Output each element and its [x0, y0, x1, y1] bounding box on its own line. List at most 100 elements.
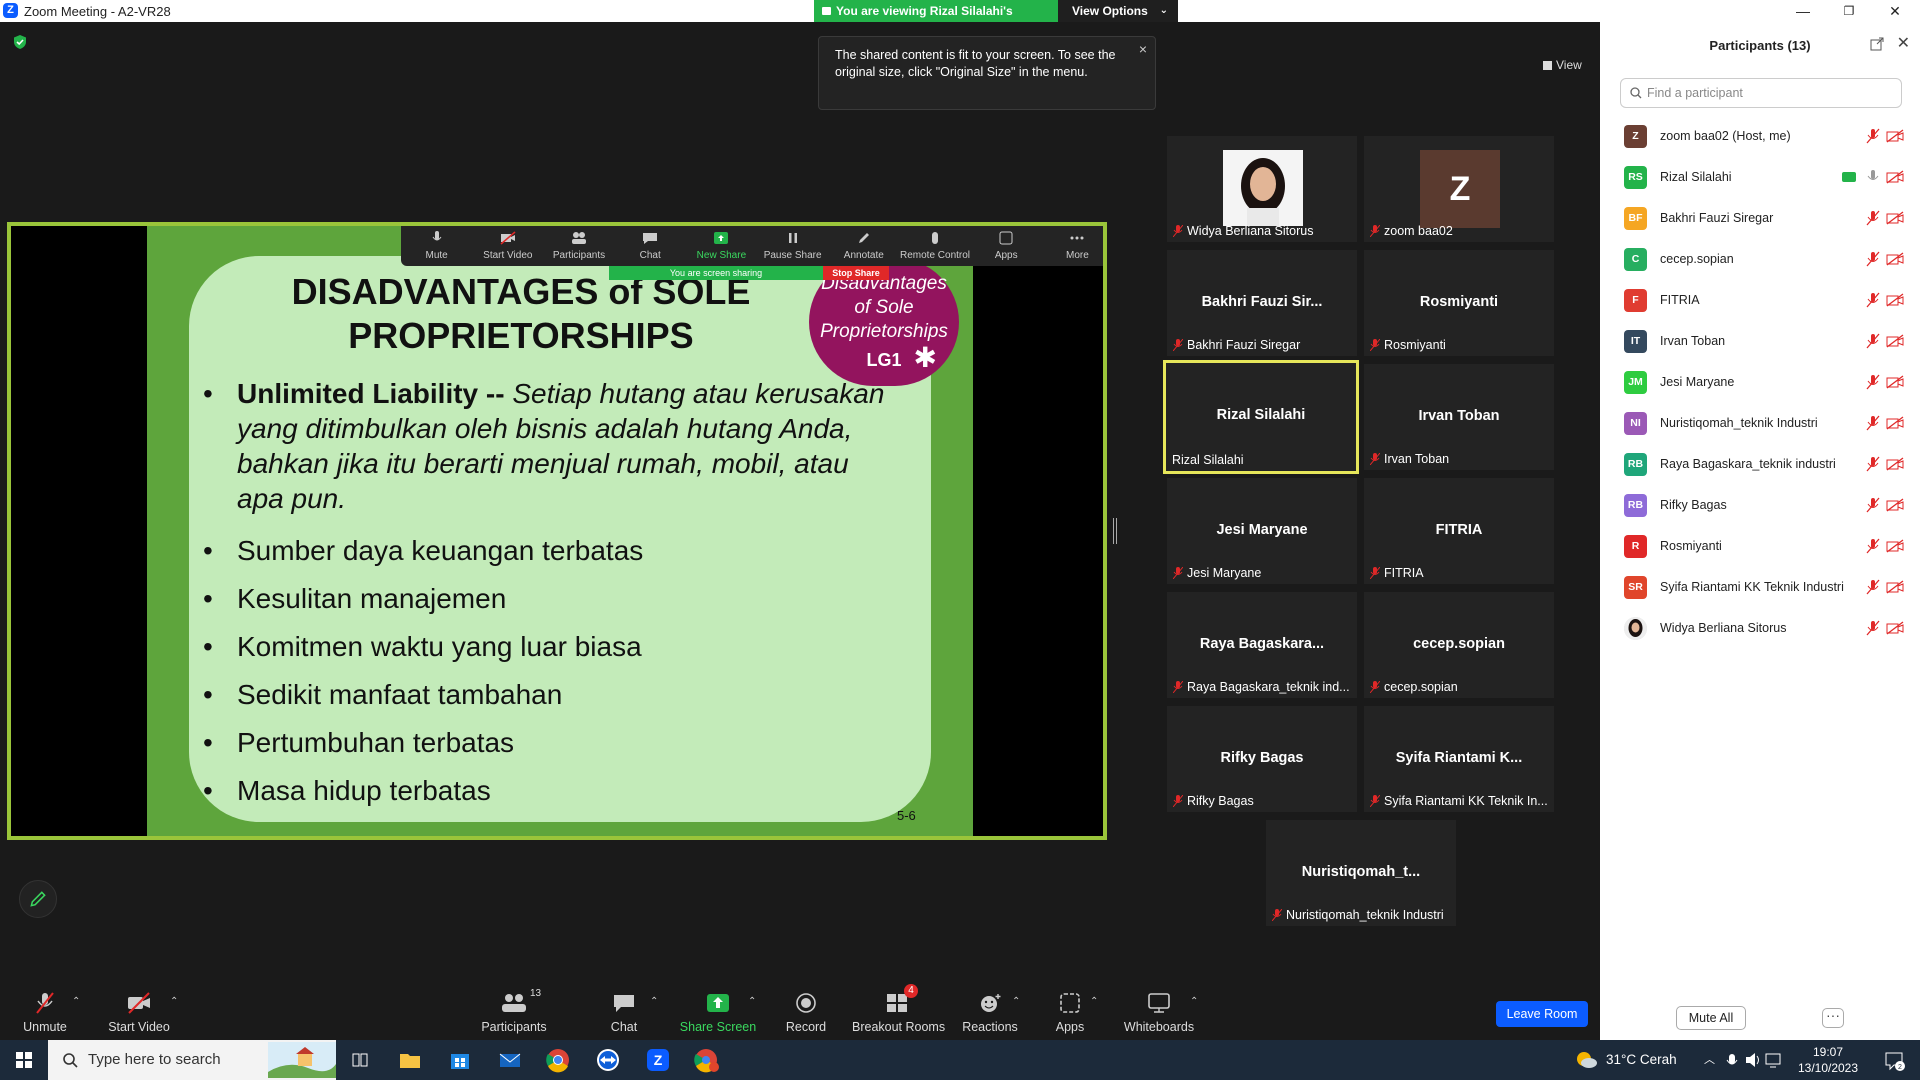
whiteboards-button[interactable]: Whiteboards	[1122, 980, 1196, 1040]
view-options-button[interactable]: View Options ⌄	[1058, 0, 1178, 22]
minimize-icon[interactable]: —	[1780, 0, 1826, 22]
caret-up-icon: ⌃	[650, 996, 659, 1007]
chrome-icon[interactable]	[544, 1046, 572, 1074]
participant-avatar: IT	[1624, 330, 1647, 353]
video-tile-active-speaker[interactable]: Rizal Silalahi Rizal Silalahi	[1163, 360, 1359, 474]
video-tile[interactable]: Z zoom baa02	[1364, 136, 1554, 242]
participant-row[interactable]: Widya Berliana Sitorus	[1600, 608, 1920, 649]
network-icon[interactable]	[1764, 1046, 1782, 1074]
participant-row[interactable]: R Rosmiyanti	[1600, 526, 1920, 567]
video-tile[interactable]: Rifky Bagas Rifky Bagas	[1167, 706, 1357, 812]
reactions-button[interactable]: Reactions	[962, 980, 1018, 1040]
presenter-participants-button: Participants	[543, 226, 614, 266]
reactions-options-caret[interactable]: ⌃	[1012, 980, 1026, 1040]
mail-icon[interactable]	[496, 1046, 524, 1074]
bullet-item: Unlimited Liability -- Setiap hutang ata…	[199, 376, 899, 516]
taskbar-search-input[interactable]: Type here to search	[48, 1040, 336, 1080]
participant-row[interactable]: RB Rifky Bagas	[1600, 485, 1920, 526]
video-tile[interactable]: Jesi Maryane Jesi Maryane	[1167, 478, 1357, 584]
participant-row[interactable]: IT Irvan Toban	[1600, 321, 1920, 362]
whiteboards-options-caret[interactable]: ⌃	[1190, 980, 1204, 1040]
mic-tray-icon[interactable]	[1724, 1046, 1740, 1074]
record-button[interactable]: Record	[782, 980, 830, 1040]
weather-icon[interactable]	[1572, 1046, 1600, 1074]
meeting-toolbar: Unmute ⌃ Start Video ⌃ 13 Participants C…	[0, 980, 1600, 1040]
mic-muted-icon	[1173, 567, 1183, 579]
restore-icon[interactable]: ❐	[1826, 0, 1872, 22]
tray-expand-icon[interactable]: ︿	[1704, 1040, 1715, 1080]
video-tile[interactable]: Rosmiyanti Rosmiyanti	[1364, 250, 1554, 356]
file-explorer-icon[interactable]	[396, 1046, 424, 1074]
participant-avatar: SR	[1624, 576, 1647, 599]
participant-row[interactable]: RS Rizal Silalahi	[1600, 157, 1920, 198]
weather-text[interactable]: 31°C Cerah	[1606, 1040, 1677, 1080]
participant-row[interactable]: RB Raya Bagaskara_teknik industri	[1600, 444, 1920, 485]
video-tile[interactable]: Irvan Toban Irvan Toban	[1364, 364, 1554, 470]
participant-row[interactable]: BF Bakhri Fauzi Siregar	[1600, 198, 1920, 239]
close-icon[interactable]: ✕	[1872, 0, 1918, 22]
participants-list: Z zoom baa02 (Host, me) RS Rizal Silalah…	[1600, 116, 1920, 649]
microsoft-store-icon[interactable]	[446, 1046, 474, 1074]
tile-label-text: FITRIA	[1384, 566, 1424, 580]
seal-line: of Sole	[854, 297, 914, 318]
participants-panel: Participants (13) ✕ Find a participant Z…	[1600, 22, 1920, 1040]
start-video-button[interactable]: Start Video	[104, 980, 174, 1040]
participant-row[interactable]: JM Jesi Maryane	[1600, 362, 1920, 403]
breakout-rooms-button[interactable]: 4 Breakout Rooms	[852, 980, 945, 1040]
find-participant-input[interactable]: Find a participant	[1620, 78, 1902, 108]
leave-room-button[interactable]: Leave Room	[1496, 1001, 1588, 1027]
video-tile[interactable]: Nuristiqomah_t... Nuristiqomah_teknik In…	[1266, 820, 1456, 926]
audio-options-caret[interactable]: ⌃	[72, 980, 86, 1040]
share-screen-button[interactable]: Share Screen	[678, 980, 758, 1040]
mute-all-button[interactable]: Mute All	[1676, 1006, 1746, 1030]
participant-row[interactable]: C cecep.sopian	[1600, 239, 1920, 280]
mic-muted-icon	[1866, 374, 1880, 390]
apps-button[interactable]: Apps	[1050, 980, 1090, 1040]
share-options-caret[interactable]: ⌃	[748, 980, 762, 1040]
share-screen-label: Share Screen	[679, 1020, 757, 1034]
chat-icon	[642, 231, 658, 245]
video-tile[interactable]: Bakhri Fauzi Sir... Bakhri Fauzi Siregar	[1167, 250, 1357, 356]
windows-start-icon[interactable]	[10, 1046, 38, 1074]
notifications-icon[interactable]: 2	[1880, 1046, 1908, 1074]
annotate-pencil-icon[interactable]	[19, 880, 57, 918]
video-tile[interactable]: FITRIA FITRIA	[1364, 478, 1554, 584]
system-clock[interactable]: 19:07 13/10/2023	[1788, 1044, 1868, 1076]
tile-name: Irvan Toban	[1418, 408, 1500, 424]
chat-options-caret[interactable]: ⌃	[650, 980, 664, 1040]
tile-label: Rifky Bagas	[1173, 794, 1254, 808]
participants-button[interactable]: 13 Participants	[478, 980, 550, 1040]
chrome-profile-icon[interactable]	[692, 1046, 720, 1074]
video-tile[interactable]: cecep.sopian cecep.sopian	[1364, 592, 1554, 698]
participant-row[interactable]: F FITRIA	[1600, 280, 1920, 321]
participant-row[interactable]: NI Nuristiqomah_teknik Industri	[1600, 403, 1920, 444]
speaker-icon[interactable]	[1744, 1046, 1762, 1074]
mic-muted-icon	[1866, 333, 1880, 349]
video-tile[interactable]: Syifa Riantami K... Syifa Riantami KK Te…	[1364, 706, 1554, 812]
camera-icon	[822, 7, 831, 15]
apps-options-caret[interactable]: ⌃	[1090, 980, 1104, 1040]
unmute-button[interactable]: Unmute	[14, 980, 76, 1040]
task-view-icon[interactable]	[346, 1046, 374, 1074]
reactions-label: Reactions	[962, 1020, 1018, 1034]
video-tile[interactable]: Raya Bagaskara... Raya Bagaskara_teknik …	[1167, 592, 1357, 698]
participants-label: Participants	[481, 1020, 547, 1034]
view-button[interactable]: View	[1537, 56, 1587, 74]
participant-avatar: RB	[1624, 453, 1647, 476]
video-options-caret[interactable]: ⌃	[170, 980, 184, 1040]
more-options-button[interactable]: ···	[1822, 1008, 1844, 1028]
shared-screen[interactable]: DISADVANTAGES of SOLE PROPRIETORSHIPS Di…	[7, 222, 1107, 840]
security-shield-icon[interactable]	[12, 34, 28, 50]
zoom-taskbar-icon[interactable]: Z	[644, 1046, 672, 1074]
resize-handle[interactable]	[1113, 518, 1117, 544]
teamviewer-icon[interactable]	[594, 1046, 622, 1074]
chat-button[interactable]: Chat	[600, 980, 648, 1040]
participant-row[interactable]: SR Syifa Riantami KK Teknik Industri	[1600, 567, 1920, 608]
video-off-icon	[1886, 580, 1904, 594]
pop-out-icon[interactable]	[1870, 37, 1884, 51]
tooltip-close-icon[interactable]: ×	[1139, 41, 1147, 58]
close-panel-icon[interactable]: ✕	[1897, 33, 1910, 53]
tile-label-text: Rizal Silalahi	[1172, 453, 1244, 467]
video-tile[interactable]: Widya Berliana Sitorus	[1167, 136, 1357, 242]
participant-row[interactable]: Z zoom baa02 (Host, me)	[1600, 116, 1920, 157]
